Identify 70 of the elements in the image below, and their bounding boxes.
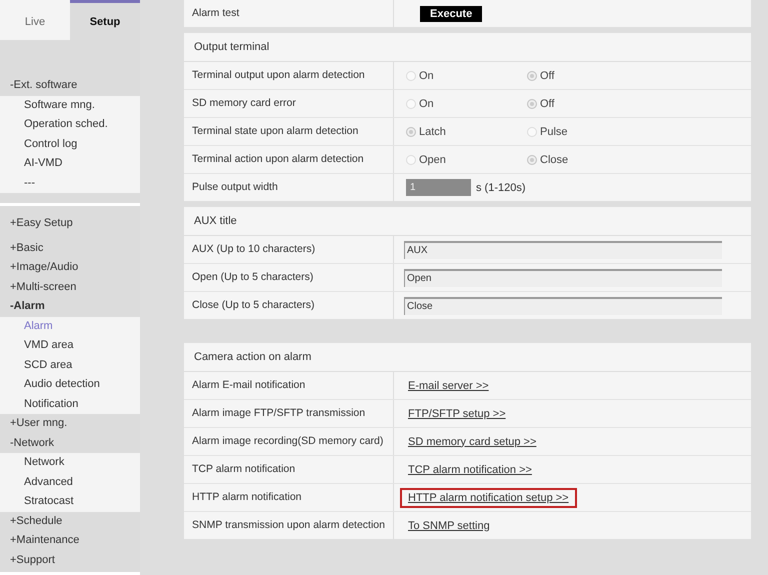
setup-link[interactable]: TCP alarm notification >> xyxy=(400,460,540,480)
setting-label: Pulse output width xyxy=(192,181,278,193)
menu-item[interactable]: AI-VMD xyxy=(0,154,140,174)
radio-button[interactable] xyxy=(527,98,537,108)
option-label: On xyxy=(419,98,434,110)
menu-section[interactable]: +Support xyxy=(0,550,140,570)
setting-label: Alarm image recording(SD memory card) xyxy=(192,435,384,447)
text-field[interactable]: Close xyxy=(404,296,722,314)
setting-label: Alarm image FTP/SFTP transmission xyxy=(192,407,366,419)
menu-section[interactable]: -Network xyxy=(0,434,140,453)
radio-button[interactable] xyxy=(406,126,416,136)
tab[interactable]: Setup xyxy=(70,0,140,40)
option-label: On xyxy=(419,70,434,82)
radio-button[interactable] xyxy=(406,70,416,80)
setting-label: TCP alarm notification xyxy=(192,463,296,475)
menu-section[interactable]: +Schedule xyxy=(0,512,140,531)
setup-link[interactable]: HTTP alarm notification setup >> xyxy=(400,488,577,508)
menu-section[interactable]: +Multi-screen xyxy=(0,278,140,297)
menu-section[interactable]: +User mng. xyxy=(0,414,140,434)
menu-item[interactable]: Software mng. xyxy=(0,96,140,115)
option-label: Off xyxy=(540,70,554,82)
setting-label: Open (Up to 5 characters) xyxy=(192,271,314,283)
menu-section[interactable]: -Ext. software xyxy=(0,76,140,96)
menu-section[interactable]: +Maintenance xyxy=(0,531,140,550)
setting-label: SD memory card error xyxy=(192,97,296,109)
menu-section[interactable]: +Image/Audio xyxy=(0,258,140,278)
setting-label: Alarm E-mail notification xyxy=(192,379,306,391)
menu-item[interactable]: Control log xyxy=(0,134,140,154)
setting-label: Terminal action upon alarm detection xyxy=(192,153,364,165)
setting-label: HTTP alarm notification xyxy=(192,491,302,503)
option-label: Close xyxy=(540,154,568,166)
menu-item[interactable]: Advanced xyxy=(0,472,140,492)
radio-button[interactable] xyxy=(527,70,537,80)
setting-label: AUX (Up to 10 characters) xyxy=(192,243,316,255)
tab[interactable]: Live xyxy=(0,0,70,40)
menu-item[interactable]: Stratocast xyxy=(0,492,140,512)
menu-item[interactable]: SCD area xyxy=(0,356,140,375)
text-field[interactable]: Open xyxy=(404,268,722,286)
menu-item[interactable]: Audio detection xyxy=(0,375,140,394)
option-label: Latch xyxy=(419,126,446,138)
setup-link[interactable]: E-mail server >> xyxy=(400,376,497,396)
setting-label: Close (Up to 5 characters) xyxy=(192,299,315,311)
menu-item[interactable]: Operation sched. xyxy=(0,115,140,134)
setting-label: Alarm test xyxy=(192,7,240,19)
setup-link[interactable]: SD memory card setup >> xyxy=(400,432,544,452)
menu-section[interactable]: +Basic xyxy=(0,238,140,258)
radio-button[interactable] xyxy=(527,154,537,164)
panel-title: Camera action on alarm xyxy=(194,351,312,363)
range-hint: s (1-120s) xyxy=(476,182,526,194)
panel-title: Output terminal xyxy=(194,41,270,53)
radio-button[interactable] xyxy=(406,154,416,164)
execute-button[interactable]: Execute xyxy=(420,6,482,22)
menu-section[interactable]: -Alarm xyxy=(0,297,140,316)
menu-item[interactable]: --- xyxy=(0,174,140,193)
setting-label: Terminal state upon alarm detection xyxy=(192,125,358,137)
menu-item[interactable]: Notification xyxy=(0,394,140,414)
option-label: Open xyxy=(419,154,446,166)
option-label: Off xyxy=(540,98,554,110)
setting-label: SNMP transmission upon alarm detection xyxy=(192,519,385,531)
panel-title: AUX title xyxy=(194,215,237,227)
setting-label: Terminal output upon alarm detection xyxy=(192,69,365,81)
menu-item[interactable]: Alarm xyxy=(0,316,140,336)
radio-button[interactable] xyxy=(406,98,416,108)
menu-item[interactable]: Network xyxy=(0,453,140,472)
radio-button[interactable] xyxy=(527,126,537,136)
text-field[interactable]: AUX xyxy=(404,240,722,258)
setup-link[interactable]: FTP/SFTP setup >> xyxy=(400,404,514,424)
setup-link[interactable]: To SNMP setting xyxy=(400,516,498,536)
option-label: Pulse xyxy=(540,126,568,138)
menu-item[interactable]: VMD area xyxy=(0,336,140,356)
